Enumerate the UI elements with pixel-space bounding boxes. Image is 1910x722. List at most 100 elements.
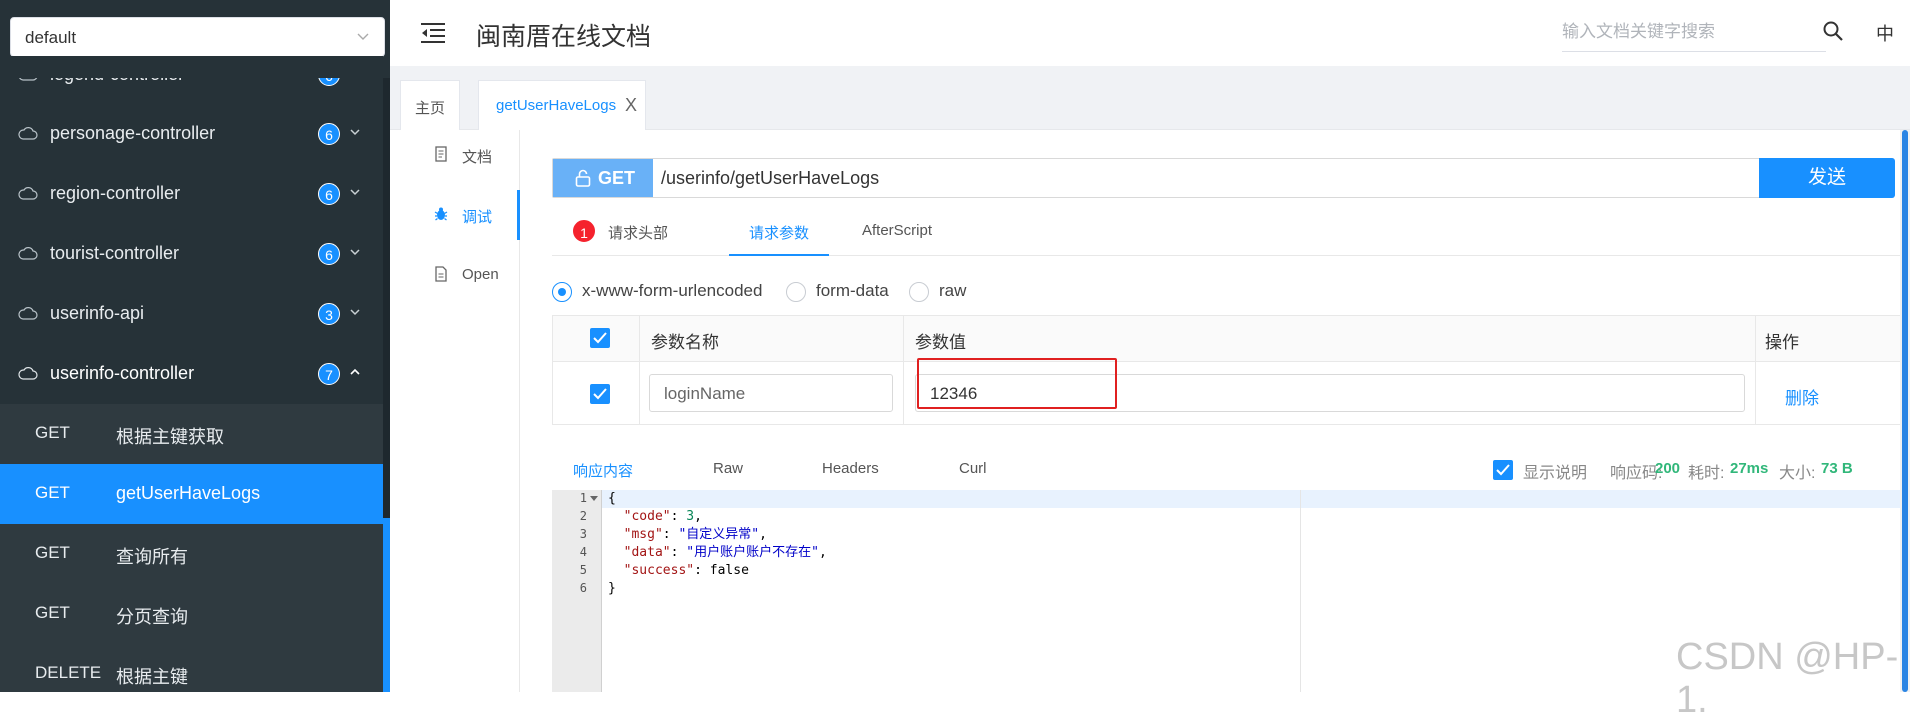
row-checkbox[interactable] [590, 384, 610, 404]
radio-circle [786, 282, 806, 302]
file-icon [435, 266, 447, 282]
header: 闽南厝在线文档 中 [390, 0, 1910, 66]
sidebar-item-label: userinfo-controller [50, 363, 195, 383]
endpoint-method: GET [35, 603, 70, 622]
language-switch[interactable]: 中 [1876, 20, 1894, 46]
nav-doc[interactable]: 文档 [390, 140, 520, 170]
time-label: 耗时: [1688, 465, 1725, 482]
sidebar-item-region-controller[interactable]: region-controller 6 [0, 164, 383, 224]
column-divider [1755, 316, 1756, 424]
count-badge: 7 [318, 363, 340, 385]
sidebar-item-personage-controller[interactable]: personage-controller 6 [0, 104, 383, 164]
tab-request-params[interactable]: 请求参数 [749, 222, 809, 243]
cloud-icon [18, 247, 38, 260]
url-input[interactable]: /userinfo/getUserHaveLogs [661, 168, 879, 189]
error-count-badge: 1 [571, 218, 597, 244]
delete-param-link[interactable]: 删除 [1785, 384, 1819, 409]
column-header-action: 操作 [1765, 333, 1799, 352]
endpoint-name: 查询所有 [116, 547, 188, 567]
endpoint-item[interactable]: GET 查询所有 [0, 524, 383, 584]
chevron-down-icon [350, 189, 360, 196]
search-icon[interactable] [1822, 20, 1844, 42]
main-scrollbar[interactable] [1900, 130, 1910, 692]
nav-active-indicator [517, 190, 520, 240]
tab-active-indicator [729, 254, 829, 256]
sidebar: default legend-controller 6 personage-co… [0, 0, 390, 692]
tab-response-content[interactable]: 响应内容 [573, 460, 633, 481]
line-gutter: 1 2 3 4 5 6 [552, 490, 602, 692]
chevron-down-icon [350, 309, 360, 316]
bug-icon [434, 207, 448, 221]
nav-debug[interactable]: 调试 [390, 200, 520, 230]
tab-afterscript[interactable]: AfterScript [862, 222, 932, 239]
tab-response-headers[interactable]: Headers [822, 460, 879, 477]
nav-label: Open [462, 266, 499, 283]
radio-label: form-data [816, 281, 889, 300]
search-input[interactable] [1562, 16, 1826, 48]
radio-label: x-www-form-urlencoded [582, 281, 763, 300]
sidebar-scroll-thumb[interactable] [383, 518, 390, 692]
sidebar-item-userinfo-api[interactable]: userinfo-api 3 [0, 284, 383, 344]
sidebar-item-label: userinfo-api [50, 303, 145, 323]
column-divider [903, 316, 904, 424]
tab-response-raw[interactable]: Raw [713, 460, 743, 477]
sidebar-item-userinfo-controller[interactable]: userinfo-controller 7 [0, 344, 383, 404]
cloud-icon [18, 187, 38, 200]
endpoint-item[interactable]: GET 根据主键获取 [0, 404, 383, 464]
column-header-name: 参数名称 [651, 333, 719, 352]
close-icon[interactable]: X [625, 95, 637, 116]
line-number: 6 [579, 581, 587, 595]
param-name-input[interactable]: loginName [649, 374, 893, 412]
line-number: 4 [579, 545, 587, 559]
debug-panel: GET /userinfo/getUserHaveLogs 发送 1 请求头部 … [521, 130, 1910, 692]
count-badge: 3 [318, 303, 340, 325]
response-tabs: 响应内容 Raw Headers Curl 显示说明 响应码: 200 耗时: … [552, 440, 1910, 492]
send-button[interactable]: 发送 [1759, 158, 1895, 198]
cloud-icon [18, 307, 38, 320]
endpoint-item[interactable]: DELETE 根据主键 [0, 644, 383, 692]
annotation-highlight-box [917, 358, 1117, 409]
tab-home[interactable]: 主页 [400, 80, 460, 130]
endpoint-item-active[interactable]: GET getUserHaveLogs [0, 464, 383, 524]
count-badge: 6 [318, 183, 340, 205]
tab-response-curl[interactable]: Curl [959, 460, 987, 477]
main-scroll-thumb[interactable] [1902, 130, 1908, 692]
url-bar: GET /userinfo/getUserHaveLogs 发送 [552, 158, 1895, 198]
endpoint-method: DELETE [35, 663, 102, 682]
unlock-icon [575, 169, 591, 187]
cloud-icon [18, 127, 38, 140]
nav-label: 调试 [462, 209, 493, 226]
chevron-down-icon [350, 129, 360, 136]
method-badge[interactable]: GET [553, 159, 653, 197]
tab-getuserhavelogs[interactable]: getUserHaveLogs X [478, 80, 646, 130]
line-number: 1 [579, 491, 587, 505]
show-description-checkbox[interactable] [1493, 460, 1513, 480]
params-table: 参数名称 参数值 操作 loginName 12346 删除 [552, 315, 1910, 425]
cloud-icon [18, 367, 38, 380]
check-icon [593, 388, 607, 400]
count-badge: 6 [318, 243, 340, 265]
menu-fold-icon[interactable] [420, 22, 446, 44]
nav-open[interactable]: Open [390, 260, 520, 290]
method-label: GET [598, 168, 636, 188]
sidebar-item-tourist-controller[interactable]: tourist-controller 6 [0, 224, 383, 284]
doc-mode-nav: 文档 调试 Open [390, 130, 520, 692]
sidebar-scrollbar[interactable] [383, 78, 390, 692]
line-number: 3 [579, 527, 587, 541]
table-header [553, 316, 1909, 362]
count-badge: 6 [318, 123, 340, 145]
endpoint-name: 分页查询 [116, 607, 188, 627]
nav-label: 文档 [462, 149, 493, 166]
endpoint-item[interactable]: GET 分页查询 [0, 584, 383, 644]
select-all-checkbox[interactable] [590, 328, 610, 348]
line-number: 5 [579, 563, 587, 577]
endpoint-method: GET [35, 423, 70, 442]
sidebar-item-label: personage-controller [50, 123, 216, 143]
search-field[interactable] [1562, 16, 1826, 52]
column-header-value: 参数值 [915, 333, 966, 352]
size-value: 73 B [1821, 460, 1853, 477]
fold-arrow-icon[interactable] [590, 496, 598, 502]
request-tabs: 1 请求头部 请求参数 AfterScript [552, 210, 1910, 256]
tab-request-headers[interactable]: 请求头部 [608, 222, 668, 243]
chevron-down-icon [357, 33, 369, 40]
